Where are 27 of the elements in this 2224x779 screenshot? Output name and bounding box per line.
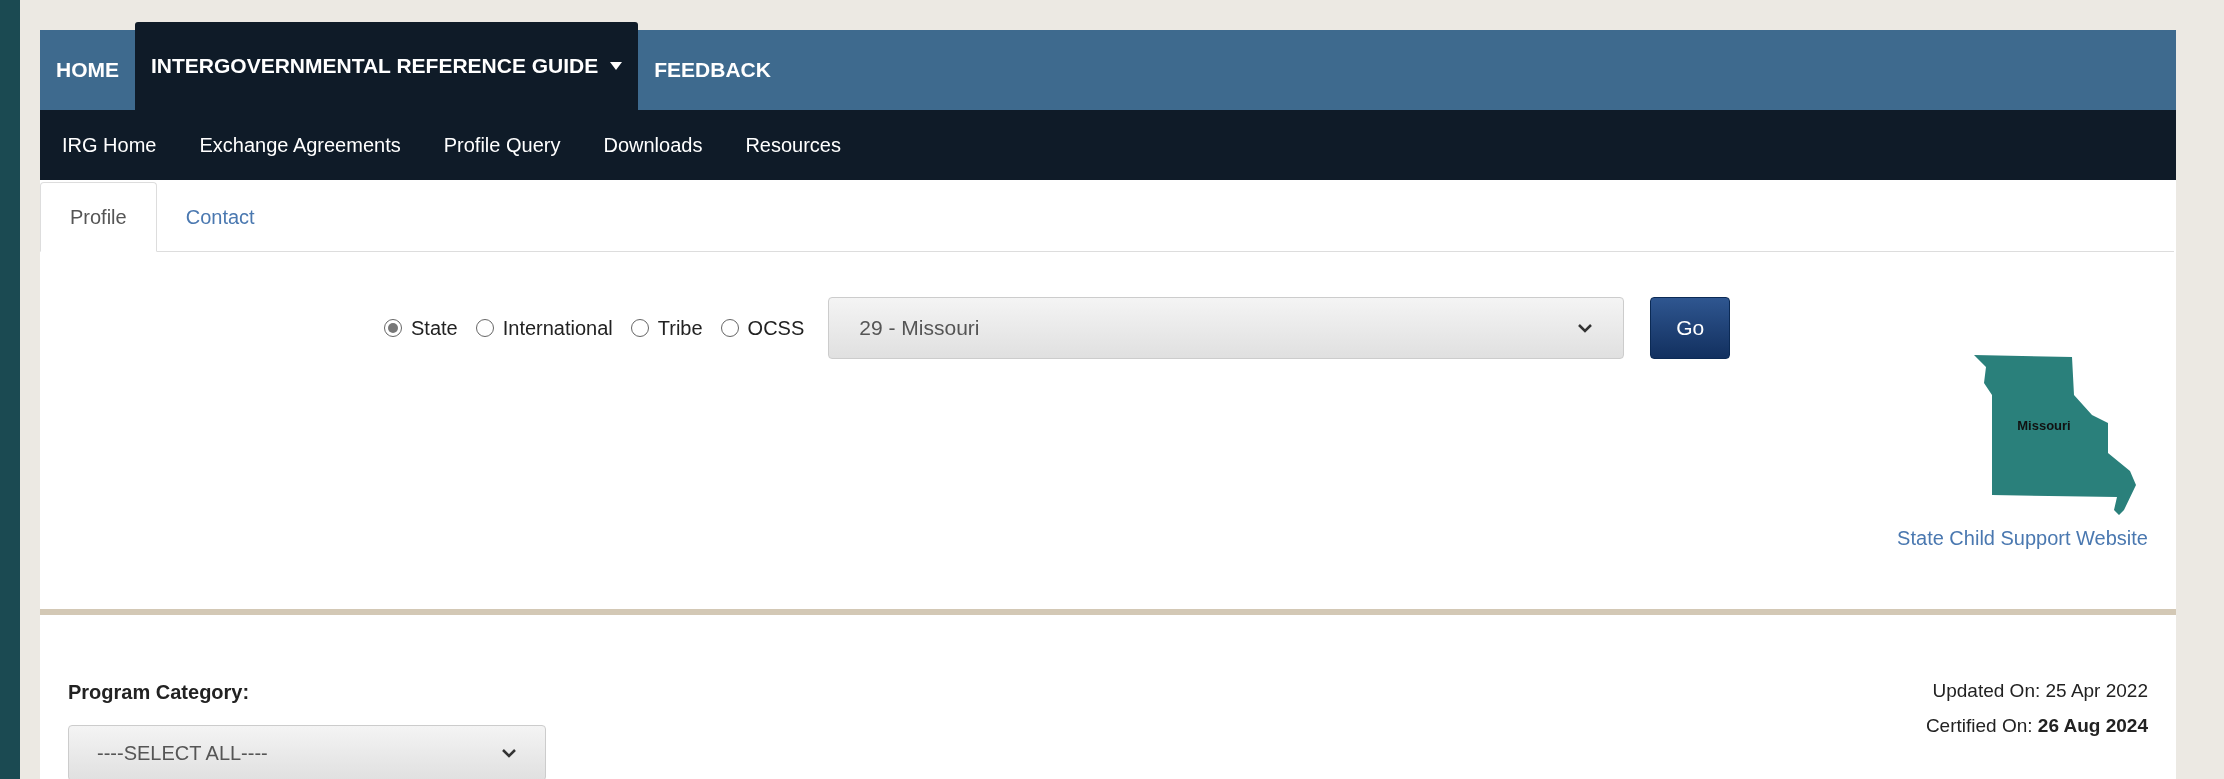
radio-label: International: [502, 316, 613, 341]
chevron-down-icon: [1577, 323, 1594, 333]
subnav-link[interactable]: IRG Home: [62, 130, 157, 160]
radio-label: State: [411, 316, 458, 341]
field-label: Program Category:: [68, 680, 251, 705]
jurisdiction-select[interactable]: 29 - Missouri: [828, 297, 1625, 359]
radio-button[interactable]: [720, 319, 739, 337]
chevron-down-icon: [501, 748, 517, 758]
nav-item[interactable]: FEEDBACK: [638, 30, 787, 110]
nav-item[interactable]: INTERGOVERNMENTAL REFERENCE GUIDE: [135, 22, 639, 110]
radio-button[interactable]: [475, 319, 494, 337]
subnav-link[interactable]: Downloads: [603, 130, 703, 160]
updated-date: Updated On: 25 Apr 2022: [1932, 679, 2148, 703]
certified-date: Certified On: 26 Aug 2024: [1925, 713, 2148, 738]
website-link[interactable]: State Child Support Website: [1897, 523, 2148, 553]
tab[interactable]: Contact: [156, 182, 284, 252]
subnav-link[interactable]: Resources: [745, 130, 841, 160]
subnav-link[interactable]: Profile Query: [443, 130, 561, 160]
radio-label: OCSS: [747, 316, 805, 341]
radio-button[interactable]: [630, 319, 649, 337]
radio-label: Tribe: [657, 316, 703, 341]
tab[interactable]: Profile: [40, 182, 157, 252]
subnav-link[interactable]: Exchange Agreements: [199, 130, 401, 160]
nav-item[interactable]: HOME: [40, 30, 135, 110]
program-category-select[interactable]: ----SELECT ALL----: [68, 725, 546, 779]
go-button[interactable]: Go: [1650, 297, 1731, 359]
radio-button[interactable]: [384, 319, 402, 337]
